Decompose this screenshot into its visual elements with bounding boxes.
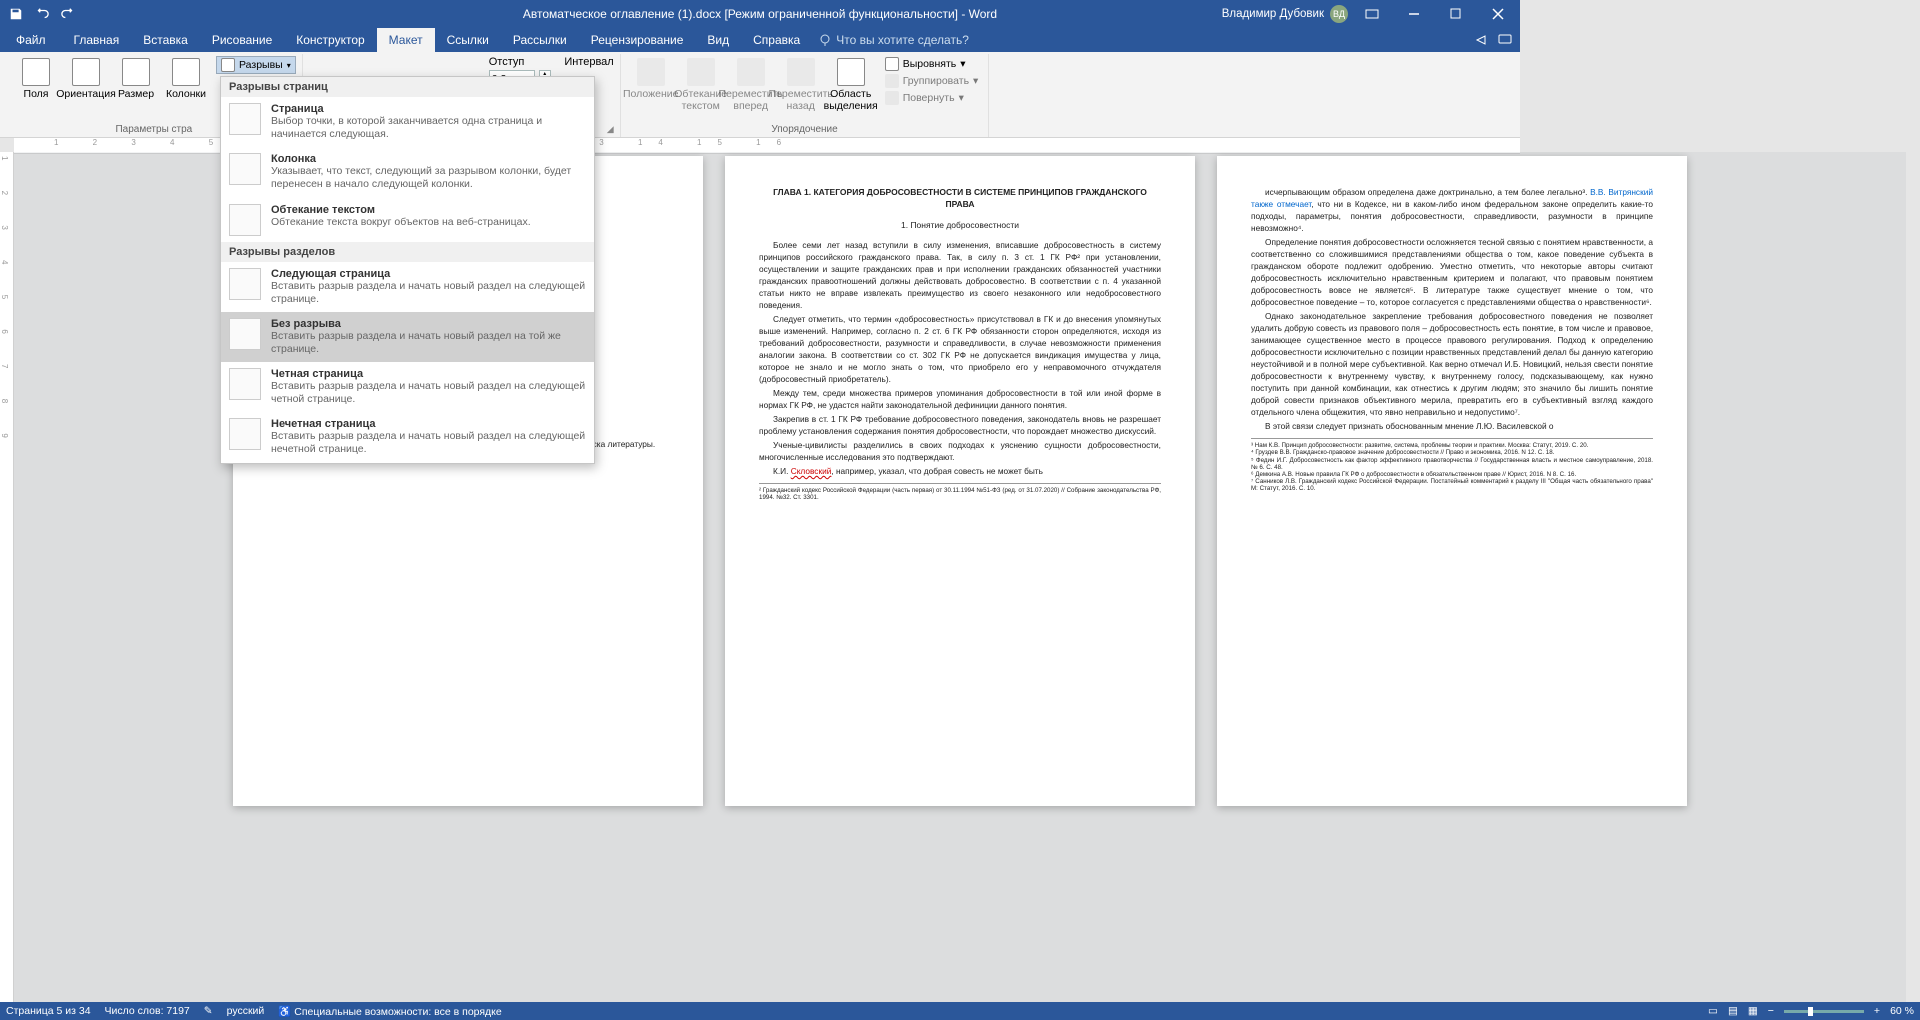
undo-button[interactable] — [30, 2, 54, 26]
size-button[interactable]: Размер — [112, 56, 160, 102]
status-accessibility[interactable]: ♿ Специальные возможности: все в порядке — [278, 1005, 501, 1018]
close-button[interactable] — [1480, 0, 1516, 28]
dd-item-text-wrap[interactable]: Обтекание текстомОбтекание текста вокруг… — [221, 198, 594, 242]
tab-layout[interactable]: Макет — [377, 28, 435, 52]
dd-section-page-breaks: Разрывы страниц — [221, 77, 594, 97]
wrap-text-button: Обтекание текстом — [677, 56, 725, 114]
column-break-icon — [229, 153, 261, 185]
window-title: Автоматческое оглавление (1).docx [Режим… — [523, 7, 997, 21]
bring-forward-button: Переместить вперед — [727, 56, 775, 114]
next-page-icon — [229, 268, 261, 300]
rotate-button: Повернуть ▾ — [881, 90, 983, 106]
user-name[interactable]: Владимир Дубовик — [1222, 8, 1324, 20]
tab-view[interactable]: Вид — [695, 28, 741, 52]
view-print-layout[interactable]: ▤ — [1728, 1005, 1738, 1017]
even-page-icon — [229, 368, 261, 400]
save-button[interactable] — [4, 2, 28, 26]
tab-references[interactable]: Ссылки — [435, 28, 501, 52]
dd-section-section-breaks: Разрывы разделов — [221, 242, 594, 262]
page-break-icon — [229, 103, 261, 135]
view-read-mode[interactable]: ▭ — [1708, 1005, 1718, 1017]
orientation-button[interactable]: Ориентация — [62, 56, 110, 102]
group-label-page-setup: Параметры стра — [115, 124, 192, 135]
dd-item-column[interactable]: КолонкаУказывает, что текст, следующий з… — [221, 147, 594, 197]
zoom-in[interactable]: + — [1874, 1005, 1880, 1017]
group-arrange: Положение Обтекание текстом Переместить … — [621, 54, 990, 137]
send-backward-button: Переместить назад — [777, 56, 825, 114]
tell-me-search[interactable]: Что вы хотите сделать? — [818, 28, 969, 52]
dd-item-next-page[interactable]: Следующая страницаВставить разрыв раздел… — [221, 262, 594, 312]
maximize-button[interactable] — [1438, 0, 1474, 28]
position-button: Положение — [627, 56, 675, 102]
redo-button[interactable] — [56, 2, 80, 26]
group-label-arrange: Упорядочение — [771, 124, 837, 135]
paragraph-dialog-launcher[interactable]: ◢ — [607, 124, 614, 135]
dd-item-odd-page[interactable]: Нечетная страницаВставить разрыв раздела… — [221, 412, 594, 462]
breaks-dropdown: Разрывы страниц СтраницаВыбор точки, в к… — [220, 76, 595, 464]
zoom-out[interactable]: − — [1768, 1005, 1774, 1017]
titlebar: Автоматческое оглавление (1).docx [Режим… — [0, 0, 1520, 28]
zoom-level[interactable]: 60 % — [1890, 1005, 1914, 1017]
page-right[interactable]: исчерпывающим образом определена даже до… — [1217, 156, 1687, 806]
ribbon-tabs: Файл Главная Вставка Рисование Конструкт… — [0, 28, 1520, 52]
continuous-icon — [229, 318, 261, 350]
tab-review[interactable]: Рецензирование — [579, 28, 696, 52]
tab-file[interactable]: Файл — [0, 28, 62, 52]
view-web-layout[interactable]: ▦ — [1748, 1005, 1758, 1017]
ribbon-options-button[interactable] — [1354, 0, 1390, 28]
dd-item-continuous[interactable]: Без разрываВставить разрыв раздела и нач… — [221, 312, 594, 362]
columns-button[interactable]: Колонки — [162, 56, 210, 102]
comments-icon[interactable] — [1498, 33, 1512, 47]
status-page[interactable]: Страница 5 из 34 — [6, 1005, 91, 1017]
minimize-button[interactable] — [1396, 0, 1432, 28]
status-language[interactable]: русский — [227, 1005, 265, 1017]
zoom-slider[interactable] — [1784, 1010, 1864, 1013]
share-icon[interactable] — [1474, 33, 1488, 47]
margins-button[interactable]: Поля — [12, 56, 60, 102]
tab-home[interactable]: Главная — [62, 28, 132, 52]
selection-pane-button[interactable]: Область выделения — [827, 56, 875, 114]
vertical-ruler[interactable]: 1 2 3 4 5 6 7 8 9 — [0, 152, 14, 1002]
status-spellcheck-icon[interactable]: ✎ — [204, 1005, 213, 1017]
tab-help[interactable]: Справка — [741, 28, 812, 52]
odd-page-icon — [229, 418, 261, 450]
status-word-count[interactable]: Число слов: 7197 — [105, 1005, 190, 1017]
tab-design[interactable]: Конструктор — [284, 28, 376, 52]
dd-item-even-page[interactable]: Четная страницаВставить разрыв раздела и… — [221, 362, 594, 412]
lightbulb-icon — [818, 33, 832, 47]
tab-insert[interactable]: Вставка — [131, 28, 200, 52]
quick-access-toolbar — [4, 2, 80, 26]
spacing-label: Интервал — [564, 56, 613, 68]
group-objects-button: Группировать ▾ — [881, 73, 983, 89]
align-button[interactable]: Выровнять ▾ — [881, 56, 983, 72]
indent-label: Отступ — [489, 56, 525, 68]
tab-draw[interactable]: Рисование — [200, 28, 284, 52]
user-avatar[interactable]: ВД — [1330, 5, 1348, 23]
page-middle[interactable]: ГЛАВА 1. КАТЕГОРИЯ ДОБРОСОВЕСТНОСТИ В СИ… — [725, 156, 1195, 806]
dd-item-page[interactable]: СтраницаВыбор точки, в которой заканчива… — [221, 97, 594, 147]
status-bar: Страница 5 из 34 Число слов: 7197 ✎ русс… — [0, 1002, 1920, 1020]
text-wrap-icon — [229, 204, 261, 236]
tab-mailings[interactable]: Рассылки — [501, 28, 579, 52]
breaks-button[interactable]: Разрывы ▾ — [216, 56, 296, 74]
